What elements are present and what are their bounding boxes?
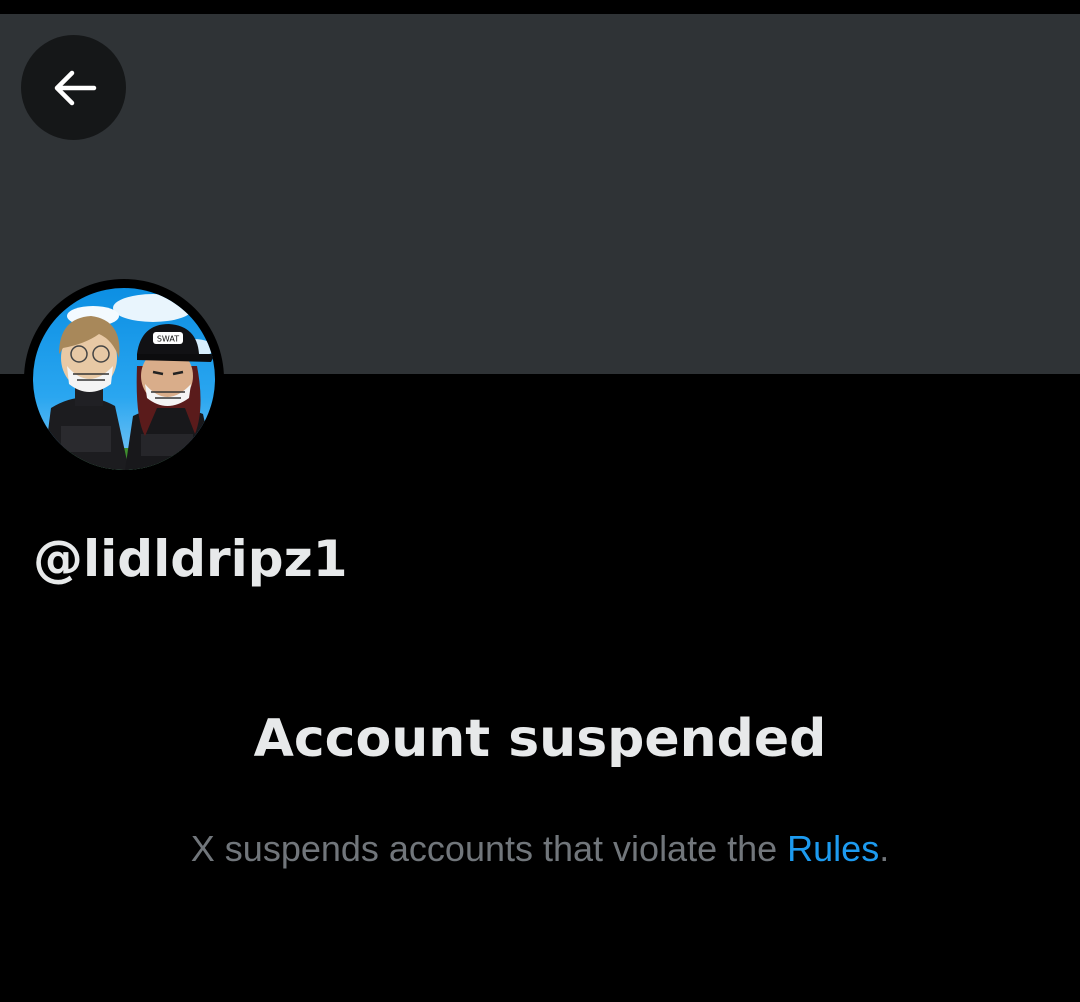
- suspended-message-text: X suspends accounts that violate the: [190, 828, 788, 869]
- avatar-frame: SWAT: [24, 279, 224, 479]
- status-strip: [0, 0, 1080, 14]
- rules-link[interactable]: Rules: [787, 828, 879, 869]
- suspended-message: X suspends accounts that violate the Rul…: [0, 826, 1080, 872]
- back-button[interactable]: [21, 35, 126, 140]
- avatar-cap-text: SWAT: [157, 335, 179, 344]
- arrow-left-icon: [54, 70, 96, 105]
- avatar[interactable]: SWAT: [33, 288, 215, 470]
- suspended-message-end: .: [879, 828, 890, 869]
- suspended-title: Account suspended: [253, 709, 827, 769]
- profile-handle: @lidldripz1: [33, 530, 348, 588]
